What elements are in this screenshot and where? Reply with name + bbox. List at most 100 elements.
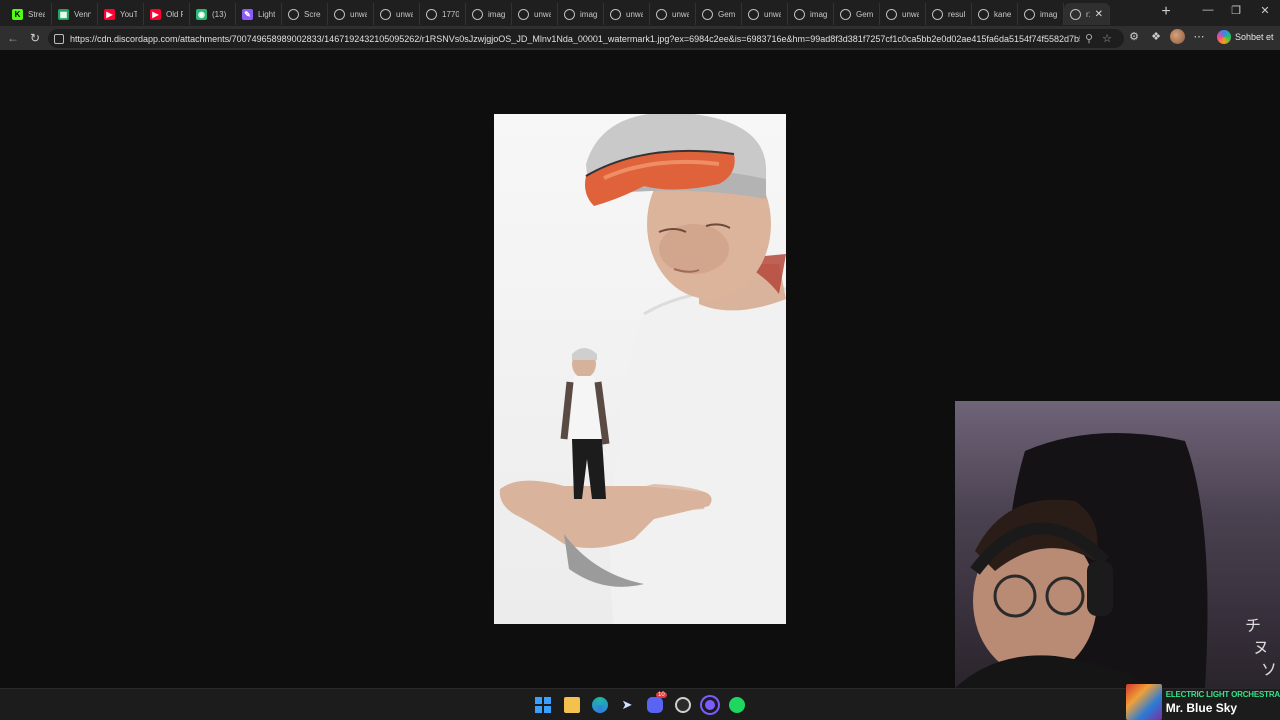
close-window-button[interactable]: ✕: [1255, 4, 1275, 17]
webcam-overlay: チ ヌ ソ: [955, 401, 1280, 688]
browser-tab[interactable]: unwate: [742, 3, 788, 25]
album-art: [1126, 684, 1162, 720]
new-tab-button[interactable]: +: [1158, 3, 1174, 21]
globe-icon: [564, 8, 575, 20]
spotify-icon[interactable]: [729, 697, 745, 713]
browser-tab[interactable]: ▦ Venny\: [52, 3, 98, 25]
tab-title: kaneo: [994, 9, 1011, 19]
close-tab-icon[interactable]: ✕: [1095, 9, 1103, 20]
browser-tab[interactable]: image_: [466, 3, 512, 25]
globe-icon: [334, 8, 345, 20]
svg-text:チ: チ: [1245, 616, 1261, 635]
favorite-star-icon[interactable]: ☆: [1098, 32, 1116, 45]
copilot-label: Sohbet et: [1235, 31, 1274, 42]
tab-title: r1R: [1086, 9, 1090, 19]
globe-icon: [610, 8, 621, 20]
tab-title: unwate: [626, 9, 643, 19]
address-bar[interactable]: https://cdn.discordapp.com/attachments/7…: [48, 29, 1124, 48]
site-info-icon[interactable]: [54, 33, 64, 44]
browser-tab[interactable]: unwate: [374, 3, 420, 25]
browser-tab[interactable]: 177020: [420, 3, 466, 25]
windows-start-icon[interactable]: [535, 697, 551, 713]
app-circle-icon[interactable]: [702, 697, 718, 713]
browser-tab[interactable]: K Stream: [6, 3, 52, 25]
globe-icon: [656, 8, 667, 20]
tab-title: unwate: [764, 9, 781, 19]
globe-icon: [794, 8, 805, 20]
extensions-icon[interactable]: ⚙: [1126, 30, 1142, 43]
now-playing-song: Mr. Blue Sky: [1165, 700, 1238, 715]
url-text[interactable]: https://cdn.discordapp.com/attachments/7…: [70, 34, 1080, 44]
globe-icon: [518, 8, 529, 20]
copilot-button[interactable]: Sohbet et: [1217, 29, 1274, 44]
edge-icon[interactable]: [592, 697, 608, 713]
tab-title: image_: [580, 9, 597, 19]
globe-icon: [472, 8, 483, 20]
reload-icon[interactable]: ↻: [24, 31, 46, 45]
globe-icon: [932, 8, 943, 20]
browser-tab[interactable]: Gemin: [834, 3, 880, 25]
tab-title: unwate: [350, 9, 367, 19]
browser-tab[interactable]: unwate: [328, 3, 374, 25]
now-playing-widget: ELECTRIC LIGHT ORCHESTRA Mr. Blue Sky: [1126, 684, 1280, 720]
youtube-icon: ▶: [150, 8, 161, 20]
photo-illustration: [499, 114, 786, 624]
youtube-icon: ▶: [104, 8, 115, 20]
globe-icon: [1024, 8, 1035, 20]
tab-title: Venny\: [74, 9, 91, 19]
back-icon[interactable]: ←: [2, 31, 24, 45]
displayed-image[interactable]: [494, 114, 786, 624]
globe-icon: [380, 8, 391, 20]
browser-tab[interactable]: kaneo: [972, 3, 1018, 25]
browser-tab[interactable]: Gemin: [696, 3, 742, 25]
tab-title: Gemin: [718, 9, 735, 19]
chat-icon: ◉: [196, 8, 207, 20]
minimize-button[interactable]: —: [1198, 4, 1218, 16]
browser-tab[interactable]: unwate: [880, 3, 926, 25]
zoom-icon[interactable]: ⚲: [1080, 32, 1098, 45]
tab-title: result_: [948, 9, 965, 19]
browser-tab[interactable]: Screen: [282, 3, 328, 25]
browser-tab[interactable]: ▶ Old Fri: [144, 3, 190, 25]
collections-icon[interactable]: ❖: [1148, 30, 1164, 43]
obs-icon[interactable]: [675, 697, 691, 713]
browser-tab[interactable]: image_: [1018, 3, 1064, 25]
tab-title: Old Fri: [166, 9, 183, 19]
tab-title: image_: [1040, 9, 1057, 19]
globe-icon: [886, 8, 897, 20]
tab-strip: K Stream ▦ Venny\ ▶ YouTub ▶ Old Fri ◉ (13) Di ✎ Li…: [0, 0, 1280, 26]
file-explorer-icon[interactable]: [564, 697, 580, 713]
globe-icon: [978, 8, 989, 20]
sheets-icon: ▦: [58, 8, 69, 20]
now-playing-artist: ELECTRIC LIGHT ORCHESTRA: [1165, 689, 1280, 699]
maximize-button[interactable]: ❐: [1226, 4, 1246, 17]
kick-icon: K: [12, 8, 23, 20]
tab-title: 177020: [442, 9, 459, 19]
tab-title: unwate: [902, 9, 919, 19]
toolbar-right: ⚙ ❖ ⋯ Sohbet et: [1126, 29, 1274, 44]
steam-icon[interactable]: ➤: [619, 697, 635, 713]
svg-text:ソ: ソ: [1261, 660, 1277, 679]
globe-icon: [748, 8, 759, 20]
browser-tab[interactable]: unwate: [512, 3, 558, 25]
browser-tab[interactable]: ◉ (13) Di: [190, 3, 236, 25]
browser-tab[interactable]: ▶ YouTub: [98, 3, 144, 25]
discord-badge: 10: [656, 692, 667, 698]
browser-tab[interactable]: unwate: [650, 3, 696, 25]
tab-title: image_: [810, 9, 827, 19]
tab-title: unwate: [534, 9, 551, 19]
svg-text:ヌ: ヌ: [1253, 638, 1269, 657]
profile-avatar[interactable]: [1170, 29, 1185, 44]
browser-tab[interactable]: image_: [558, 3, 604, 25]
browser-tab[interactable]: unwate: [604, 3, 650, 25]
globe-icon: [426, 8, 437, 20]
browser-tab[interactable]: ✎ LightSi: [236, 3, 282, 25]
more-menu-icon[interactable]: ⋯: [1191, 30, 1207, 43]
tab-title: unwate: [396, 9, 413, 19]
browser-tab[interactable]: result_: [926, 3, 972, 25]
windows-taskbar: ➤ 10: [0, 688, 1280, 720]
discord-icon[interactable]: 10: [647, 692, 667, 713]
browser-tab[interactable]: r1R ✕: [1064, 3, 1110, 25]
browser-tab[interactable]: image_: [788, 3, 834, 25]
tab-title: Stream: [28, 9, 45, 19]
